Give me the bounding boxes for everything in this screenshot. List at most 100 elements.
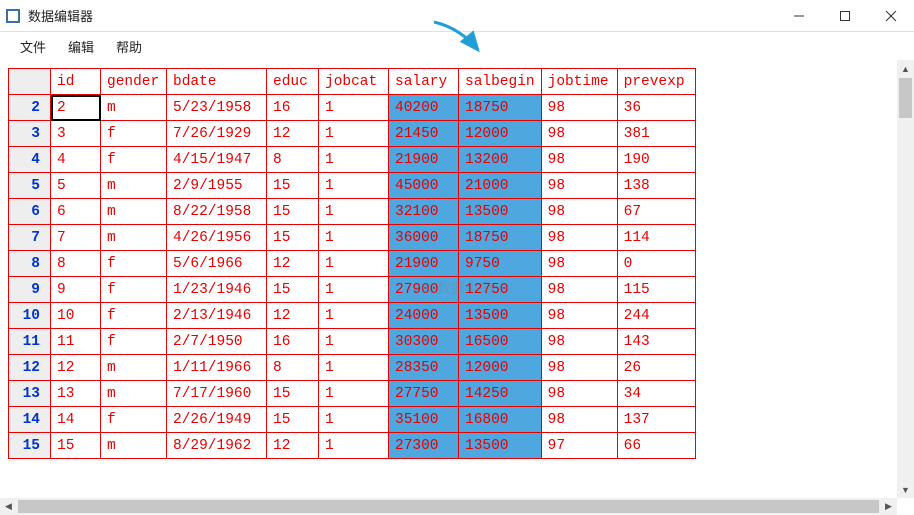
col-header-jobtime[interactable]: jobtime: [541, 69, 617, 95]
scroll-right-icon[interactable]: ▶: [880, 498, 897, 515]
cell-jobcat[interactable]: 1: [319, 433, 389, 459]
row-header[interactable]: 7: [9, 225, 51, 251]
cell-jobtime[interactable]: 98: [541, 329, 617, 355]
cell-id[interactable]: 10: [51, 303, 101, 329]
cell-prevexp[interactable]: 381: [617, 121, 695, 147]
cell-jobcat[interactable]: 1: [319, 407, 389, 433]
cell-jobtime[interactable]: 98: [541, 407, 617, 433]
cell-salbegin[interactable]: 14250: [459, 381, 542, 407]
table-row[interactable]: 66m8/22/195815132100135009867: [9, 199, 696, 225]
cell-jobtime[interactable]: 98: [541, 147, 617, 173]
cell-bdate[interactable]: 2/26/1949: [167, 407, 267, 433]
cell-salary[interactable]: 36000: [389, 225, 459, 251]
cell-prevexp[interactable]: 34: [617, 381, 695, 407]
horizontal-scroll-thumb[interactable]: [18, 500, 879, 513]
cell-gender[interactable]: f: [101, 277, 167, 303]
cell-jobtime[interactable]: 98: [541, 95, 617, 121]
cell-jobtime[interactable]: 98: [541, 225, 617, 251]
cell-bdate[interactable]: 1/23/1946: [167, 277, 267, 303]
cell-salary[interactable]: 21900: [389, 251, 459, 277]
table-row[interactable]: 99f1/23/1946151279001275098115: [9, 277, 696, 303]
cell-salary[interactable]: 27300: [389, 433, 459, 459]
cell-gender[interactable]: m: [101, 381, 167, 407]
table-row[interactable]: 1010f2/13/1946121240001350098244: [9, 303, 696, 329]
cell-educ[interactable]: 12: [267, 121, 319, 147]
cell-educ[interactable]: 15: [267, 381, 319, 407]
cell-prevexp[interactable]: 137: [617, 407, 695, 433]
col-header-gender[interactable]: gender: [101, 69, 167, 95]
cell-prevexp[interactable]: 244: [617, 303, 695, 329]
col-header-salary[interactable]: salary: [389, 69, 459, 95]
col-header-educ[interactable]: educ: [267, 69, 319, 95]
table-row[interactable]: 44f4/15/194781219001320098190: [9, 147, 696, 173]
row-header[interactable]: 4: [9, 147, 51, 173]
cell-educ[interactable]: 15: [267, 173, 319, 199]
row-header[interactable]: 5: [9, 173, 51, 199]
cell-salbegin[interactable]: 16500: [459, 329, 542, 355]
row-header[interactable]: 9: [9, 277, 51, 303]
cell-id[interactable]: 5: [51, 173, 101, 199]
row-header[interactable]: 3: [9, 121, 51, 147]
cell-salary[interactable]: 21900: [389, 147, 459, 173]
cell-jobcat[interactable]: 1: [319, 225, 389, 251]
cell-salbegin[interactable]: 21000: [459, 173, 542, 199]
cell-salbegin[interactable]: 13200: [459, 147, 542, 173]
cell-bdate[interactable]: 5/6/1966: [167, 251, 267, 277]
cell-jobtime[interactable]: 98: [541, 121, 617, 147]
cell-bdate[interactable]: 4/15/1947: [167, 147, 267, 173]
row-header[interactable]: 8: [9, 251, 51, 277]
cell-salary[interactable]: 45000: [389, 173, 459, 199]
cell-jobtime[interactable]: 98: [541, 199, 617, 225]
cell-salary[interactable]: 27750: [389, 381, 459, 407]
cell-prevexp[interactable]: 115: [617, 277, 695, 303]
cell-prevexp[interactable]: 0: [617, 251, 695, 277]
cell-jobtime[interactable]: 97: [541, 433, 617, 459]
row-header[interactable]: 14: [9, 407, 51, 433]
cell-jobcat[interactable]: 1: [319, 251, 389, 277]
cell-jobtime[interactable]: 98: [541, 355, 617, 381]
table-row[interactable]: 1212m1/11/19668128350120009826: [9, 355, 696, 381]
cell-id[interactable]: 9: [51, 277, 101, 303]
cell-jobcat[interactable]: 1: [319, 355, 389, 381]
cell-educ[interactable]: 15: [267, 225, 319, 251]
menu-edit[interactable]: 编辑: [58, 35, 104, 58]
cell-salbegin[interactable]: 12000: [459, 355, 542, 381]
table-row[interactable]: 33f7/26/1929121214501200098381: [9, 121, 696, 147]
col-header-prevexp[interactable]: prevexp: [617, 69, 695, 95]
close-button[interactable]: [868, 0, 914, 32]
table-row[interactable]: 22m5/23/195816140200187509836: [9, 95, 696, 121]
corner-cell[interactable]: [9, 69, 51, 95]
cell-jobtime[interactable]: 98: [541, 303, 617, 329]
cell-gender[interactable]: f: [101, 121, 167, 147]
cell-gender[interactable]: m: [101, 433, 167, 459]
cell-id[interactable]: 13: [51, 381, 101, 407]
cell-gender[interactable]: m: [101, 225, 167, 251]
cell-id[interactable]: 4: [51, 147, 101, 173]
table-row[interactable]: 1515m8/29/196212127300135009766: [9, 433, 696, 459]
cell-jobcat[interactable]: 1: [319, 199, 389, 225]
cell-salary[interactable]: 28350: [389, 355, 459, 381]
row-header[interactable]: 2: [9, 95, 51, 121]
cell-gender[interactable]: m: [101, 95, 167, 121]
cell-jobcat[interactable]: 1: [319, 95, 389, 121]
cell-id[interactable]: 12: [51, 355, 101, 381]
row-header[interactable]: 13: [9, 381, 51, 407]
col-header-salbegin[interactable]: salbegin: [459, 69, 542, 95]
cell-prevexp[interactable]: 190: [617, 147, 695, 173]
cell-gender[interactable]: f: [101, 303, 167, 329]
data-table[interactable]: id gender bdate educ jobcat salary salbe…: [8, 68, 696, 459]
cell-salbegin[interactable]: 12000: [459, 121, 542, 147]
cell-salary[interactable]: 30300: [389, 329, 459, 355]
cell-salbegin[interactable]: 18750: [459, 225, 542, 251]
cell-salary[interactable]: 40200: [389, 95, 459, 121]
cell-gender[interactable]: m: [101, 355, 167, 381]
cell-salbegin[interactable]: 9750: [459, 251, 542, 277]
minimize-button[interactable]: [776, 0, 822, 32]
cell-salary[interactable]: 35100: [389, 407, 459, 433]
col-header-jobcat[interactable]: jobcat: [319, 69, 389, 95]
cell-gender[interactable]: f: [101, 251, 167, 277]
cell-jobtime[interactable]: 98: [541, 277, 617, 303]
cell-jobcat[interactable]: 1: [319, 277, 389, 303]
cell-gender[interactable]: f: [101, 407, 167, 433]
cell-salbegin[interactable]: 16800: [459, 407, 542, 433]
